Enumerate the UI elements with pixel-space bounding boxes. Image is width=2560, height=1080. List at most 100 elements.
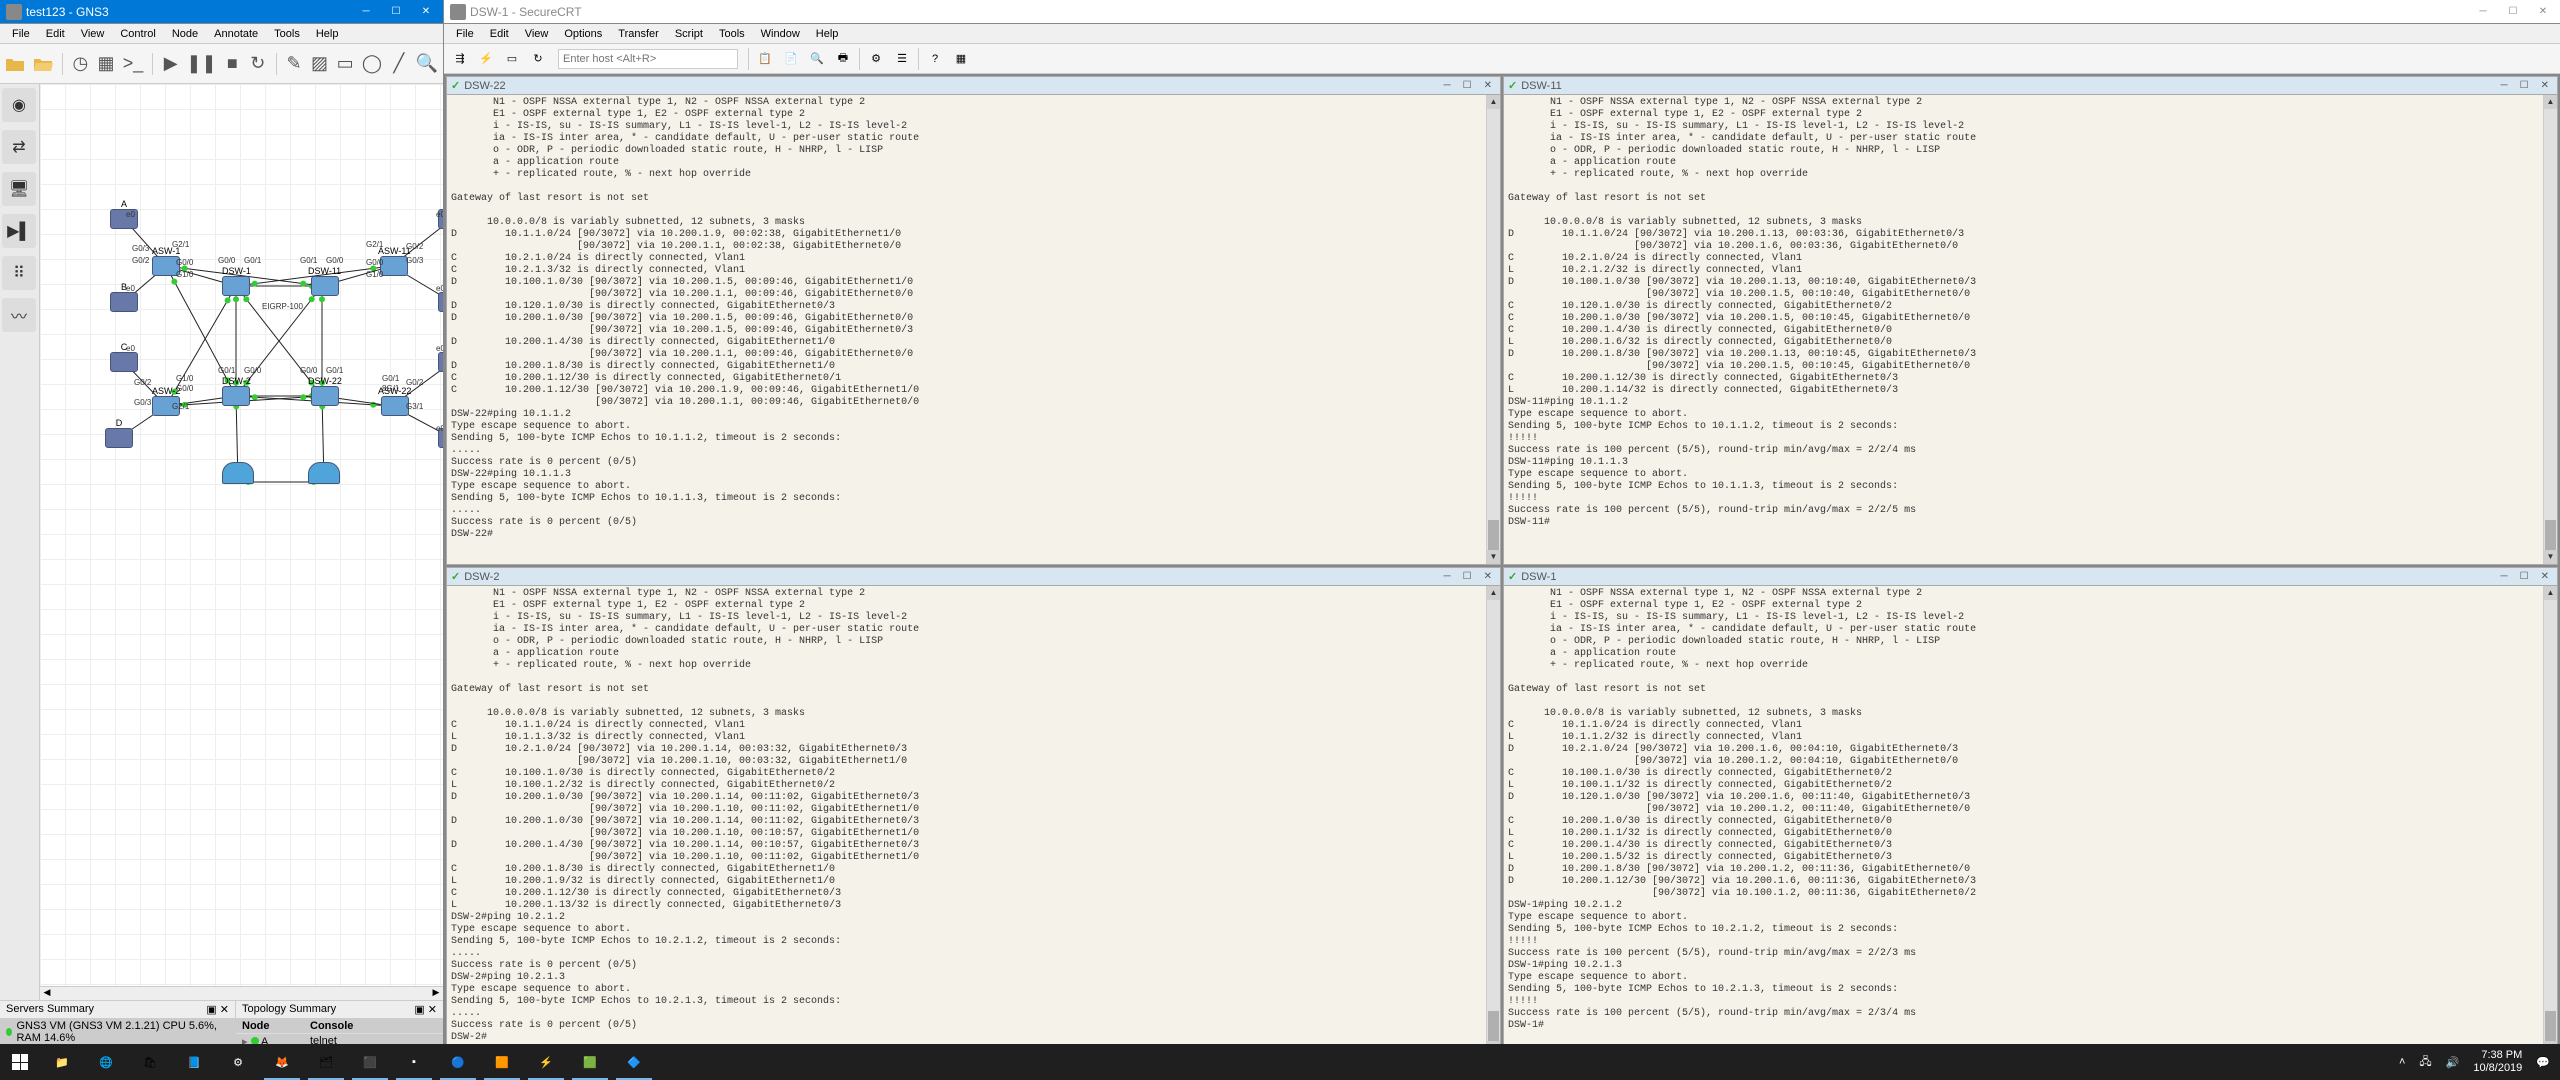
tray-chevron-icon[interactable]: ˄	[2399, 1056, 2405, 1068]
menu-script[interactable]: Script	[667, 26, 711, 42]
close-button[interactable]: ✕	[2537, 571, 2553, 582]
image-button[interactable]: ▨	[310, 49, 330, 79]
note-button[interactable]: ✎	[284, 49, 304, 79]
maximize-button[interactable]: ☐	[2516, 80, 2533, 91]
line-button[interactable]: ╱	[389, 49, 409, 79]
open-project-button[interactable]	[32, 49, 54, 79]
scroll-thumb[interactable]	[1488, 1011, 1499, 1041]
task-securecrt[interactable]: 🔷	[612, 1044, 656, 1080]
connect-button[interactable]: ⇶	[448, 47, 472, 71]
minimize-button[interactable]: ─	[2497, 571, 2512, 582]
task-app6[interactable]: 🟩	[568, 1044, 612, 1080]
node-CC[interactable]: CC	[438, 342, 443, 372]
node-R1[interactable]	[222, 462, 254, 484]
menu-edit[interactable]: Edit	[482, 26, 517, 42]
scroll-thumb[interactable]	[2545, 1011, 2556, 1041]
session-options-button[interactable]: ☰	[890, 47, 914, 71]
node-A[interactable]: A	[110, 199, 138, 229]
terminal-output[interactable]: N1 - OSPF NSSA external type 1, N2 - OSP…	[447, 586, 1500, 1055]
tray-network-icon[interactable]: 🖧	[2419, 1053, 2431, 1072]
menu-view[interactable]: View	[73, 26, 113, 42]
minimize-button[interactable]: ─	[2468, 1, 2498, 23]
scrollbar[interactable]: ▲▼	[1486, 586, 1500, 1055]
rect-button[interactable]: ▭	[335, 49, 355, 79]
terminal-output[interactable]: N1 - OSPF NSSA external type 1, N2 - OSP…	[447, 95, 1500, 564]
menu-file[interactable]: File	[4, 26, 38, 42]
scroll-down-icon[interactable]: ▼	[2544, 550, 2557, 564]
paste-button[interactable]: 📄	[779, 47, 803, 71]
tray-notifications-icon[interactable]: 💬	[2536, 1056, 2550, 1069]
task-console[interactable]: ▪	[392, 1044, 436, 1080]
new-project-button[interactable]	[4, 49, 26, 79]
menu-tools[interactable]: Tools	[266, 26, 308, 42]
menu-file[interactable]: File	[448, 26, 482, 42]
node-DD[interactable]: DD	[438, 418, 443, 448]
menu-annotate[interactable]: Annotate	[206, 26, 266, 42]
node-B[interactable]: B	[110, 282, 138, 312]
terminal-output[interactable]: N1 - OSPF NSSA external type 1, N2 - OSP…	[1504, 586, 2557, 1055]
scrollbar[interactable]: ▲▼	[2543, 586, 2557, 1055]
start-button[interactable]	[0, 1044, 40, 1080]
panel-controls[interactable]: ▣ ✕	[206, 1003, 229, 1016]
console-button[interactable]: >_	[122, 49, 145, 79]
task-app1[interactable]: 📘	[172, 1044, 216, 1080]
start-button[interactable]: ▶	[161, 49, 181, 79]
pause-button[interactable]: ❚❚	[186, 49, 216, 79]
terminal-header[interactable]: ✓ DSW-2 ─ ☐ ✕	[447, 568, 1500, 586]
node-DSW-22[interactable]: DSW-22	[308, 376, 342, 406]
task-app3[interactable]: 🔵	[436, 1044, 480, 1080]
maximize-button[interactable]: ☐	[2516, 571, 2533, 582]
tray-clock[interactable]: 7:38 PM 10/8/2019	[2473, 1049, 2522, 1075]
minimize-button[interactable]: ─	[1440, 80, 1455, 91]
scroll-down-icon[interactable]: ▼	[1487, 550, 1500, 564]
task-app4[interactable]: 🟧	[480, 1044, 524, 1080]
col-node[interactable]: Node	[242, 1020, 302, 1032]
zoom-button[interactable]: 🔍	[415, 49, 439, 79]
task-edge[interactable]: 🌐	[84, 1044, 128, 1080]
host-input[interactable]	[558, 49, 738, 69]
close-button[interactable]: ✕	[2537, 80, 2553, 91]
settings-button[interactable]: ⚙	[864, 47, 888, 71]
menu-window[interactable]: Window	[753, 26, 808, 42]
node-ASW-22[interactable]: ASW-22	[378, 386, 411, 416]
find-button[interactable]: 🔍	[805, 47, 829, 71]
menu-transfer[interactable]: Transfer	[610, 26, 667, 42]
menu-control[interactable]: Control	[112, 26, 163, 42]
node-D[interactable]: D	[105, 418, 133, 448]
topology-canvas[interactable]: AAAASW-1ASW-11DSW-1DSW-11BBBCCCASW-2ASW-…	[40, 84, 443, 986]
menu-help[interactable]: Help	[808, 26, 847, 42]
node-C[interactable]: C	[110, 342, 138, 372]
dock-end-devices[interactable]: 🖥	[2, 172, 36, 206]
node-ASW-2[interactable]: ASW-2	[152, 386, 180, 416]
node-ASW-11[interactable]: ASW-11	[378, 246, 411, 276]
quick-connect-button[interactable]: ⚡	[474, 47, 498, 71]
about-button[interactable]: ▦	[949, 47, 973, 71]
task-firefox[interactable]: 🦊	[260, 1044, 304, 1080]
menu-tools[interactable]: Tools	[711, 26, 753, 42]
menu-node[interactable]: Node	[164, 26, 206, 42]
snapshot-button[interactable]: ◷	[71, 49, 91, 79]
scroll-thumb[interactable]	[2545, 520, 2556, 550]
scroll-left-icon[interactable]: ◀	[40, 987, 54, 1000]
minimize-button[interactable]: ─	[1440, 571, 1455, 582]
panel-controls[interactable]: ▣ ✕	[414, 1003, 437, 1016]
scroll-right-icon[interactable]: ▶	[429, 987, 443, 1000]
copy-button[interactable]: 📋	[753, 47, 777, 71]
terminal-header[interactable]: ✓ DSW-1 ─ ☐ ✕	[1504, 568, 2557, 586]
maximize-button[interactable]: ☐	[2498, 1, 2528, 23]
dock-all[interactable]: ⠿	[2, 256, 36, 290]
node-DSW-1[interactable]: DSW-1	[222, 266, 251, 296]
reconnect-button[interactable]: ↻	[526, 47, 550, 71]
task-terminal[interactable]: ⬛	[348, 1044, 392, 1080]
menu-help[interactable]: Help	[308, 26, 347, 42]
scroll-up-icon[interactable]: ▲	[2544, 95, 2557, 109]
task-explorer[interactable]: 📁	[40, 1044, 84, 1080]
maximize-button[interactable]: ☐	[1459, 571, 1476, 582]
node-ASW-1[interactable]: ASW-1	[152, 246, 180, 276]
scrollbar[interactable]: ▲▼	[2543, 95, 2557, 564]
node-R2[interactable]	[308, 462, 340, 484]
menu-view[interactable]: View	[517, 26, 557, 42]
menu-edit[interactable]: Edit	[38, 26, 73, 42]
show-interface-button[interactable]: ▦	[96, 49, 116, 79]
minimize-button[interactable]: ─	[351, 1, 381, 23]
